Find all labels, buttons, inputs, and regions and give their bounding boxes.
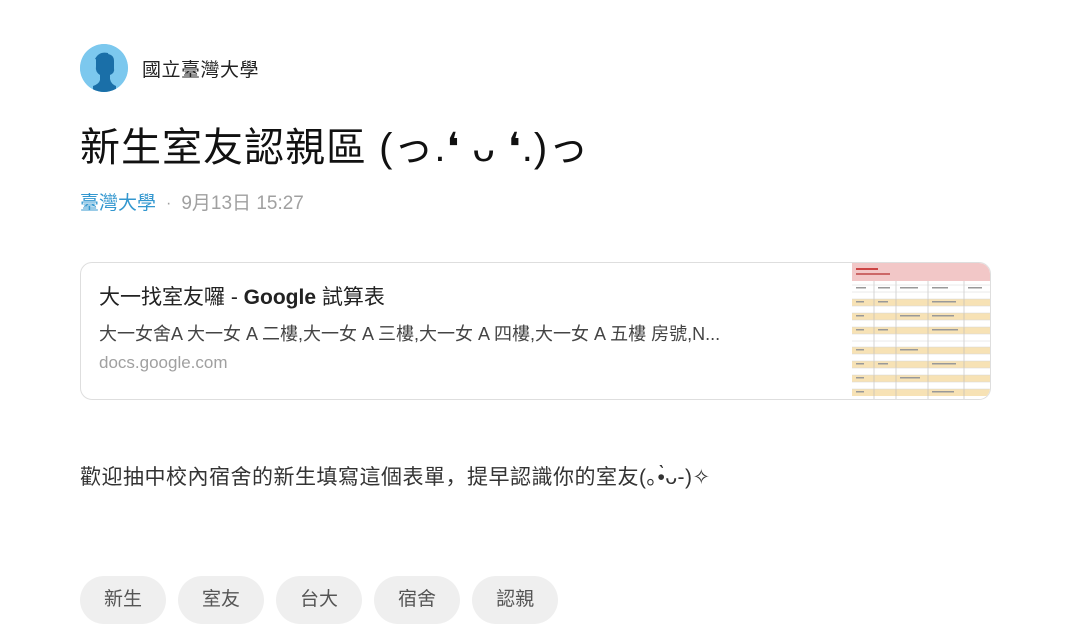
link-card-title-prefix: 大一找室友囉 - (99, 286, 244, 309)
link-card-text: 大一找室友囉 - Google 試算表 大一女舍A 大一女 A 二樓,大一女 A… (81, 263, 852, 399)
post-timestamp: 9月13日 15:27 (181, 193, 304, 214)
meta-separator: · (166, 195, 172, 212)
link-card-title-brand: Google (243, 286, 317, 309)
author-name[interactable]: 國立臺灣大學 (142, 55, 259, 82)
forum-link[interactable]: 臺灣大學 (80, 190, 156, 218)
post-container: 國立臺灣大學 新生室友認親區 (っ.❛ ᴗ ❛.)っ 臺灣大學 · 9月13日 … (80, 44, 991, 624)
tag-chip[interactable]: 新生 (80, 576, 167, 624)
spreadsheet-thumbnail (852, 263, 990, 399)
tag-list: 新生 室友 台大 宿舍 認親 (80, 576, 991, 624)
post-title: 新生室友認親區 (っ.❛ ᴗ ❛.)っ (80, 126, 590, 170)
link-card-title-suffix: 試算表 (316, 286, 385, 309)
tag-chip[interactable]: 台大 (276, 576, 363, 624)
link-card-domain: docs.google.com (99, 353, 228, 372)
post-body: 歡迎抽中校內宿舍的新生填寫這個表單，提早認識你的室友(｡•̀ᴗ-)✧ (80, 466, 711, 489)
tag-chip[interactable]: 認親 (472, 576, 559, 624)
post-meta: 臺灣大學 · 9月13日 15:27 (80, 190, 991, 218)
tag-chip[interactable]: 室友 (178, 576, 265, 624)
link-card-description: 大一女舍A 大一女 A 二樓,大一女 A 三樓,大一女 A 四樓,大一女 A 五… (99, 324, 721, 344)
link-card-title: 大一找室友囉 - Google 試算表 (99, 283, 834, 313)
default-user-icon[interactable] (80, 44, 128, 92)
tag-chip[interactable]: 宿舍 (374, 576, 461, 624)
author-row[interactable]: 國立臺灣大學 (80, 44, 991, 92)
link-preview-card[interactable]: 大一找室友囉 - Google 試算表 大一女舍A 大一女 A 二樓,大一女 A… (80, 262, 991, 400)
